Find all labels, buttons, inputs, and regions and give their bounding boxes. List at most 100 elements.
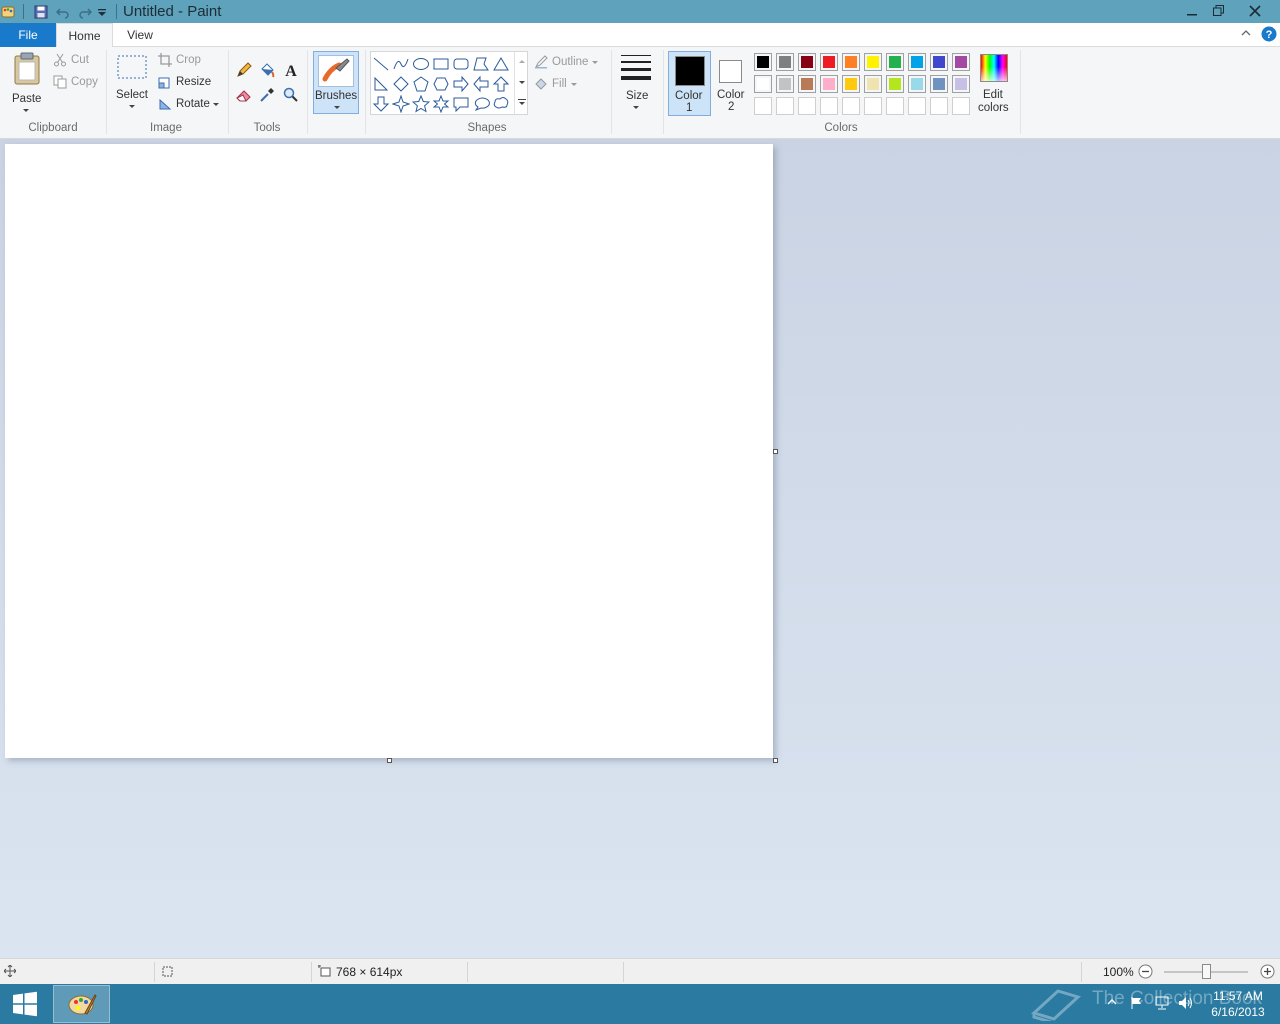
diamond-shape-icon[interactable] <box>392 75 410 93</box>
magnifier-icon[interactable] <box>280 84 302 106</box>
palette-color-swatch[interactable] <box>930 75 948 93</box>
resize-handle-right[interactable] <box>773 449 778 454</box>
edit-colors-button[interactable]: Edit colors <box>977 52 1011 118</box>
paste-button[interactable]: Paste <box>10 51 44 113</box>
tab-home[interactable]: Home <box>56 23 113 48</box>
brushes-button[interactable]: Brushes <box>313 51 359 114</box>
palette-color-swatch[interactable] <box>886 53 904 71</box>
rounded-rectangle-shape-icon[interactable] <box>452 55 470 73</box>
palette-custom-slot[interactable] <box>886 97 904 115</box>
gallery-expand-icon[interactable] <box>519 102 525 105</box>
rotate-dropdown-icon[interactable] <box>212 102 219 106</box>
palette-color-swatch[interactable] <box>820 75 838 93</box>
palette-color-swatch[interactable] <box>842 75 860 93</box>
resize-handle-corner[interactable] <box>773 758 778 763</box>
copy-button[interactable]: Copy <box>53 75 98 89</box>
text-tool-icon[interactable]: A <box>280 59 302 81</box>
fill-bucket-icon[interactable] <box>256 59 278 81</box>
palette-color-swatch[interactable] <box>754 75 772 93</box>
rectangle-shape-icon[interactable] <box>432 55 450 73</box>
minimize-ribbon-icon[interactable] <box>1240 28 1252 38</box>
size-dropdown-icon[interactable] <box>633 106 639 109</box>
brushes-dropdown-icon[interactable] <box>334 106 340 109</box>
right-triangle-shape-icon[interactable] <box>372 75 390 93</box>
six-point-star-shape-icon[interactable] <box>432 95 450 113</box>
palette-custom-slot[interactable] <box>820 97 838 115</box>
palette-color-swatch[interactable] <box>798 75 816 93</box>
up-arrow-shape-icon[interactable] <box>492 75 510 93</box>
palette-color-swatch[interactable] <box>798 53 816 71</box>
palette-color-swatch[interactable] <box>754 53 772 71</box>
minimize-button[interactable] <box>1180 0 1204 21</box>
outline-button[interactable]: Outline <box>534 55 599 69</box>
palette-color-swatch[interactable] <box>952 53 970 71</box>
palette-color-swatch[interactable] <box>820 53 838 71</box>
palette-custom-slot[interactable] <box>908 97 926 115</box>
palette-custom-slot[interactable] <box>776 97 794 115</box>
color-picker-icon[interactable] <box>256 84 278 106</box>
palette-color-swatch[interactable] <box>864 75 882 93</box>
cloud-callout-shape-icon[interactable] <box>492 95 510 113</box>
pencil-icon[interactable] <box>233 59 255 81</box>
palette-color-swatch[interactable] <box>908 53 926 71</box>
palette-custom-slot[interactable] <box>864 97 882 115</box>
size-button[interactable]: Size <box>617 52 655 114</box>
color2-button[interactable]: Color 2 <box>713 51 749 116</box>
resize-button[interactable]: Resize <box>158 75 211 89</box>
shapes-gallery-scrollbar[interactable] <box>514 52 528 114</box>
restore-button[interactable] <box>1206 0 1230 21</box>
select-dropdown-icon[interactable] <box>129 105 135 108</box>
pentagon-shape-icon[interactable] <box>412 75 430 93</box>
scroll-down-icon[interactable] <box>519 81 525 84</box>
palette-custom-slot[interactable] <box>842 97 860 115</box>
polygon-shape-icon[interactable] <box>472 55 490 73</box>
rectangle-callout-shape-icon[interactable] <box>452 95 470 113</box>
fill-button[interactable]: Fill <box>534 77 577 91</box>
zoom-slider-thumb[interactable] <box>1202 964 1211 979</box>
drawing-canvas[interactable] <box>5 144 773 758</box>
oval-shape-icon[interactable] <box>412 55 430 73</box>
palette-color-swatch[interactable] <box>776 53 794 71</box>
rotate-button[interactable]: Rotate <box>158 97 219 111</box>
save-icon[interactable] <box>32 3 50 20</box>
four-point-star-shape-icon[interactable] <box>392 95 410 113</box>
palette-color-swatch[interactable] <box>776 75 794 93</box>
fill-dropdown-icon[interactable] <box>570 82 577 86</box>
zoom-in-button[interactable] <box>1260 964 1275 979</box>
oval-callout-shape-icon[interactable] <box>472 95 490 113</box>
palette-custom-slot[interactable] <box>952 97 970 115</box>
palette-color-swatch[interactable] <box>886 75 904 93</box>
paint-app-icon[interactable] <box>0 3 16 20</box>
palette-color-swatch[interactable] <box>952 75 970 93</box>
taskbar-paint-button[interactable] <box>53 985 110 1023</box>
hexagon-shape-icon[interactable] <box>432 75 450 93</box>
palette-color-swatch[interactable] <box>842 53 860 71</box>
select-button[interactable]: Select <box>114 53 150 115</box>
triangle-shape-icon[interactable] <box>492 55 510 73</box>
crop-button[interactable]: Crop <box>158 53 201 67</box>
cut-button[interactable]: Cut <box>53 53 89 67</box>
palette-color-swatch[interactable] <box>930 53 948 71</box>
palette-color-swatch[interactable] <box>864 53 882 71</box>
close-button[interactable] <box>1232 0 1278 21</box>
tab-file[interactable]: File <box>0 23 56 47</box>
paste-dropdown-icon[interactable] <box>23 109 29 112</box>
line-shape-icon[interactable] <box>372 55 390 73</box>
five-point-star-shape-icon[interactable] <box>412 95 430 113</box>
qat-customize-icon[interactable] <box>95 3 109 20</box>
right-arrow-shape-icon[interactable] <box>452 75 470 93</box>
help-icon[interactable]: ? <box>1261 26 1277 42</box>
zoom-out-button[interactable] <box>1138 964 1153 979</box>
curve-shape-icon[interactable] <box>392 55 410 73</box>
redo-icon[interactable] <box>76 3 94 20</box>
start-button[interactable] <box>0 984 50 1024</box>
tab-view[interactable]: View <box>113 23 167 47</box>
undo-icon[interactable] <box>54 3 72 20</box>
palette-custom-slot[interactable] <box>798 97 816 115</box>
scroll-up-icon[interactable] <box>519 60 525 63</box>
left-arrow-shape-icon[interactable] <box>472 75 490 93</box>
eraser-icon[interactable] <box>233 84 255 106</box>
palette-custom-slot[interactable] <box>930 97 948 115</box>
resize-handle-bottom[interactable] <box>387 758 392 763</box>
palette-color-swatch[interactable] <box>908 75 926 93</box>
